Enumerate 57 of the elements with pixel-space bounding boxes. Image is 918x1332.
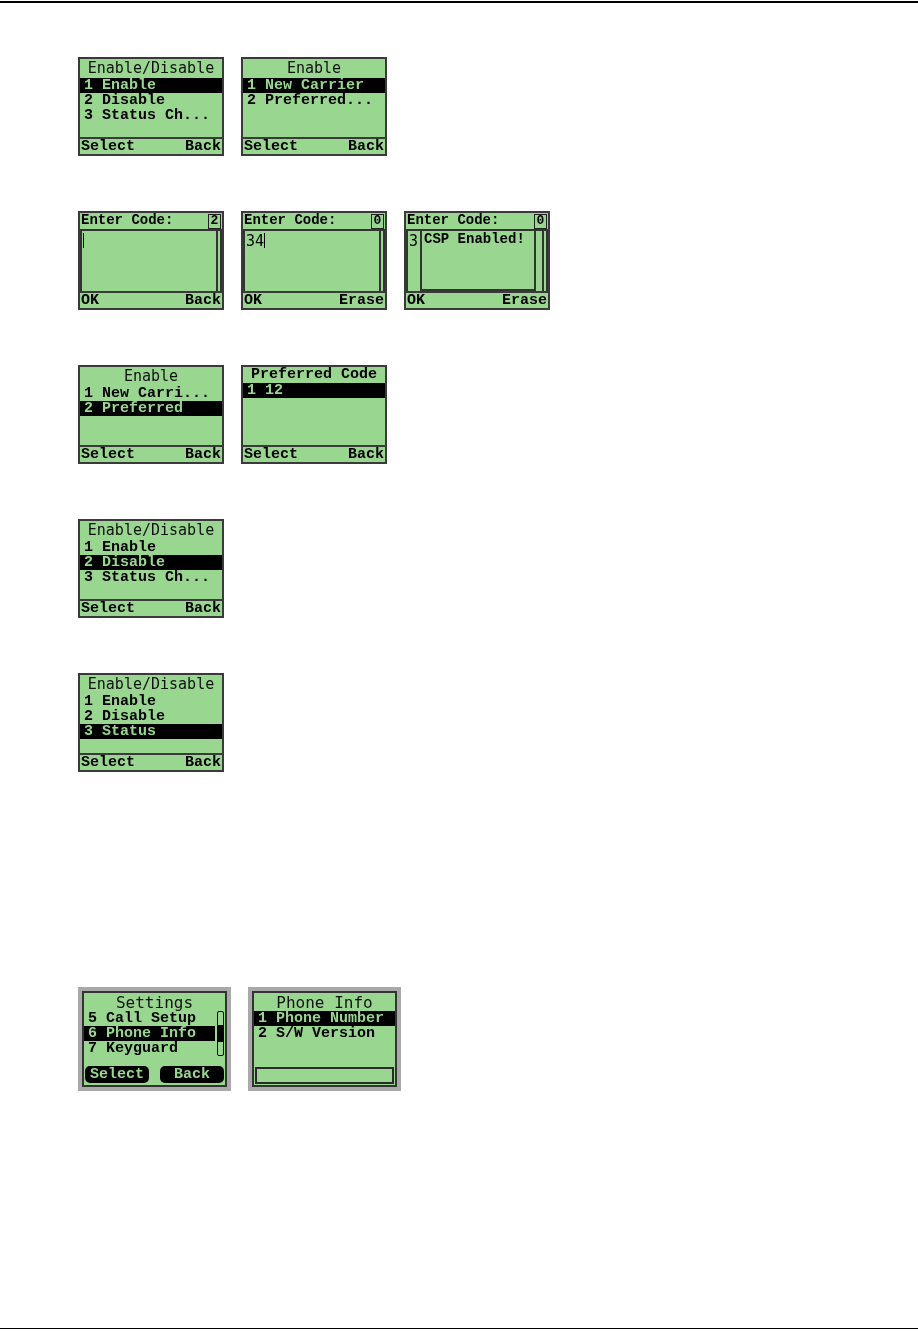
softkey[interactable]: OK	[81, 293, 99, 308]
screen-title: Phone Info	[276, 993, 373, 1011]
softkey[interactable]: Select	[244, 139, 298, 154]
softkey[interactable]: Back	[160, 1066, 224, 1083]
menu-item[interactable]: 5 Call Setup	[84, 1011, 215, 1026]
softkey[interactable]: Select	[244, 447, 298, 462]
screen-title: Enter Code:	[407, 214, 500, 227]
softkey[interactable]: Back	[185, 755, 221, 770]
softkey[interactable]: Back	[348, 139, 384, 154]
menu-item[interactable]: 1 New Carri...	[80, 386, 222, 401]
softkey[interactable]: OK	[407, 293, 425, 308]
menu-item[interactable]: 3 Status Ch...	[80, 108, 222, 123]
menu-item[interactable]: 1 Enable	[80, 540, 222, 555]
softkey[interactable]: Back	[348, 447, 384, 462]
menu-item[interactable]: 2 S/W Version	[254, 1026, 395, 1041]
screen-title: Enter Code:	[244, 214, 337, 227]
menu-item[interactable]: 2 Preferred...	[243, 93, 385, 108]
menu-item[interactable]: 2 Preferred	[80, 401, 222, 416]
menu-item[interactable]: 7 Keyguard	[84, 1041, 215, 1056]
softkey[interactable]: Select	[81, 447, 135, 462]
code-input-field[interactable]: 3 CSP Enabled!	[406, 229, 548, 291]
screen-title: Enable/Disable	[87, 522, 215, 539]
code-input-field[interactable]	[80, 229, 222, 291]
softkey[interactable]: Back	[185, 139, 221, 154]
screen-title: Enter Code:	[81, 214, 174, 227]
softkey[interactable]: Select	[81, 755, 135, 770]
menu-item[interactable]: 3 Status	[80, 724, 222, 739]
screen-title: Settings	[115, 993, 194, 1011]
menu-item[interactable]: 1 12	[243, 383, 385, 398]
screen-title: Enable	[286, 60, 342, 77]
menu-item[interactable]: 2 Disable	[80, 709, 222, 724]
character-counter: 2	[208, 214, 221, 229]
softkey[interactable]: Erase	[502, 293, 547, 308]
character-counter: 0	[371, 214, 384, 229]
softkey[interactable]: Back	[185, 601, 221, 616]
menu-item[interactable]: 2 Disable	[80, 93, 222, 108]
softkey[interactable]: Select	[85, 1066, 149, 1083]
softkey[interactable]: Erase	[339, 293, 384, 308]
softkey[interactable]: OK	[244, 293, 262, 308]
menu-item[interactable]: 1 Phone Number	[254, 1011, 395, 1026]
notification-popup: CSP Enabled!	[420, 229, 536, 291]
menu-item[interactable]: 6 Phone Info	[84, 1026, 215, 1041]
screen-title: Preferred Code	[251, 368, 377, 382]
softkey[interactable]: Select	[81, 139, 135, 154]
screen-title: Enable	[123, 368, 179, 385]
softkey[interactable]: Back	[185, 447, 221, 462]
menu-item[interactable]: 1 Enable	[80, 78, 222, 93]
softkey[interactable]: Select	[81, 601, 135, 616]
code-input-field[interactable]: 34	[243, 229, 385, 291]
menu-item[interactable]: 2 Disable	[80, 555, 222, 570]
menu-item[interactable]: 3 Status Ch...	[80, 570, 222, 585]
screen-title: Enable/Disable	[87, 60, 215, 77]
softkey[interactable]: Back	[185, 293, 221, 308]
menu-item[interactable]: 1 New Carrier	[243, 78, 385, 93]
character-counter: 0	[534, 214, 547, 229]
screen-title: Enable/Disable	[87, 676, 215, 693]
menu-item[interactable]: 1 Enable	[80, 694, 222, 709]
